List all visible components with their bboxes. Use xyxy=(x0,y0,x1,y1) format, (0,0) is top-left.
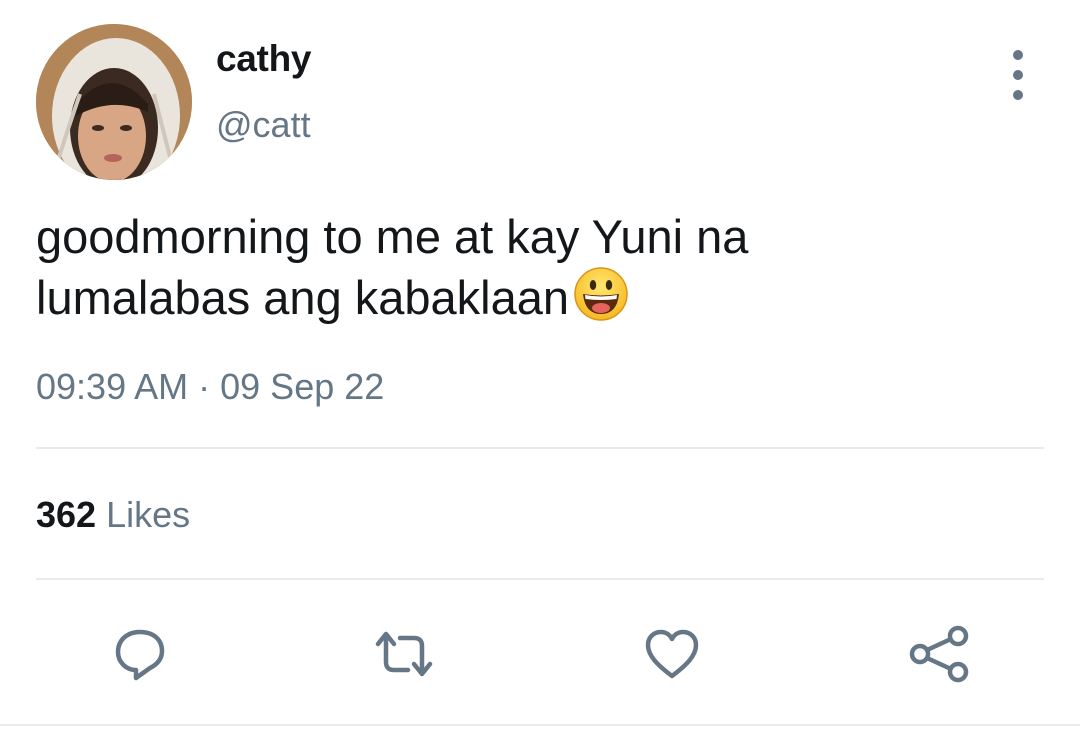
tweet-text: goodmorning to me at kay Yuni na lumalab… xyxy=(36,208,1036,327)
likes-label: Likes xyxy=(106,494,191,535)
timestamp-separator: · xyxy=(198,366,211,407)
grinning-face-emoji-icon xyxy=(573,266,629,322)
user-handle[interactable]: @catt xyxy=(216,104,311,146)
more-vertical-icon xyxy=(1013,50,1023,60)
retweet-icon xyxy=(375,631,433,677)
share-icon xyxy=(909,625,969,683)
likes-stat[interactable]: 362 Likes xyxy=(36,494,190,536)
retweet-button[interactable] xyxy=(372,622,436,686)
heart-icon xyxy=(645,629,699,679)
tweet-time: 09:39 AM xyxy=(36,366,189,407)
likes-count: 362 xyxy=(36,494,97,535)
like-button[interactable] xyxy=(640,622,704,686)
profile-photo-icon xyxy=(36,24,192,180)
tweet-timestamp: 09:39 AM · 09 Sep 22 xyxy=(36,366,384,408)
divider-top xyxy=(36,447,1044,449)
divider-middle xyxy=(36,578,1044,580)
tweet-date: 09 Sep 22 xyxy=(220,366,385,407)
share-button[interactable] xyxy=(906,622,970,686)
more-options-button[interactable] xyxy=(998,50,1038,100)
display-name[interactable]: cathy xyxy=(216,38,311,80)
tweet-text-line-2-content: lumalabas ang kabaklaan xyxy=(36,271,570,324)
reply-icon xyxy=(115,629,165,681)
reply-button[interactable] xyxy=(108,622,172,686)
avatar[interactable] xyxy=(36,24,192,180)
tweet-text-line-1: goodmorning to me at kay Yuni na xyxy=(36,210,749,263)
divider-bottom xyxy=(0,724,1080,726)
tweet-text-line-2: lumalabas ang kabaklaan xyxy=(36,266,1036,327)
